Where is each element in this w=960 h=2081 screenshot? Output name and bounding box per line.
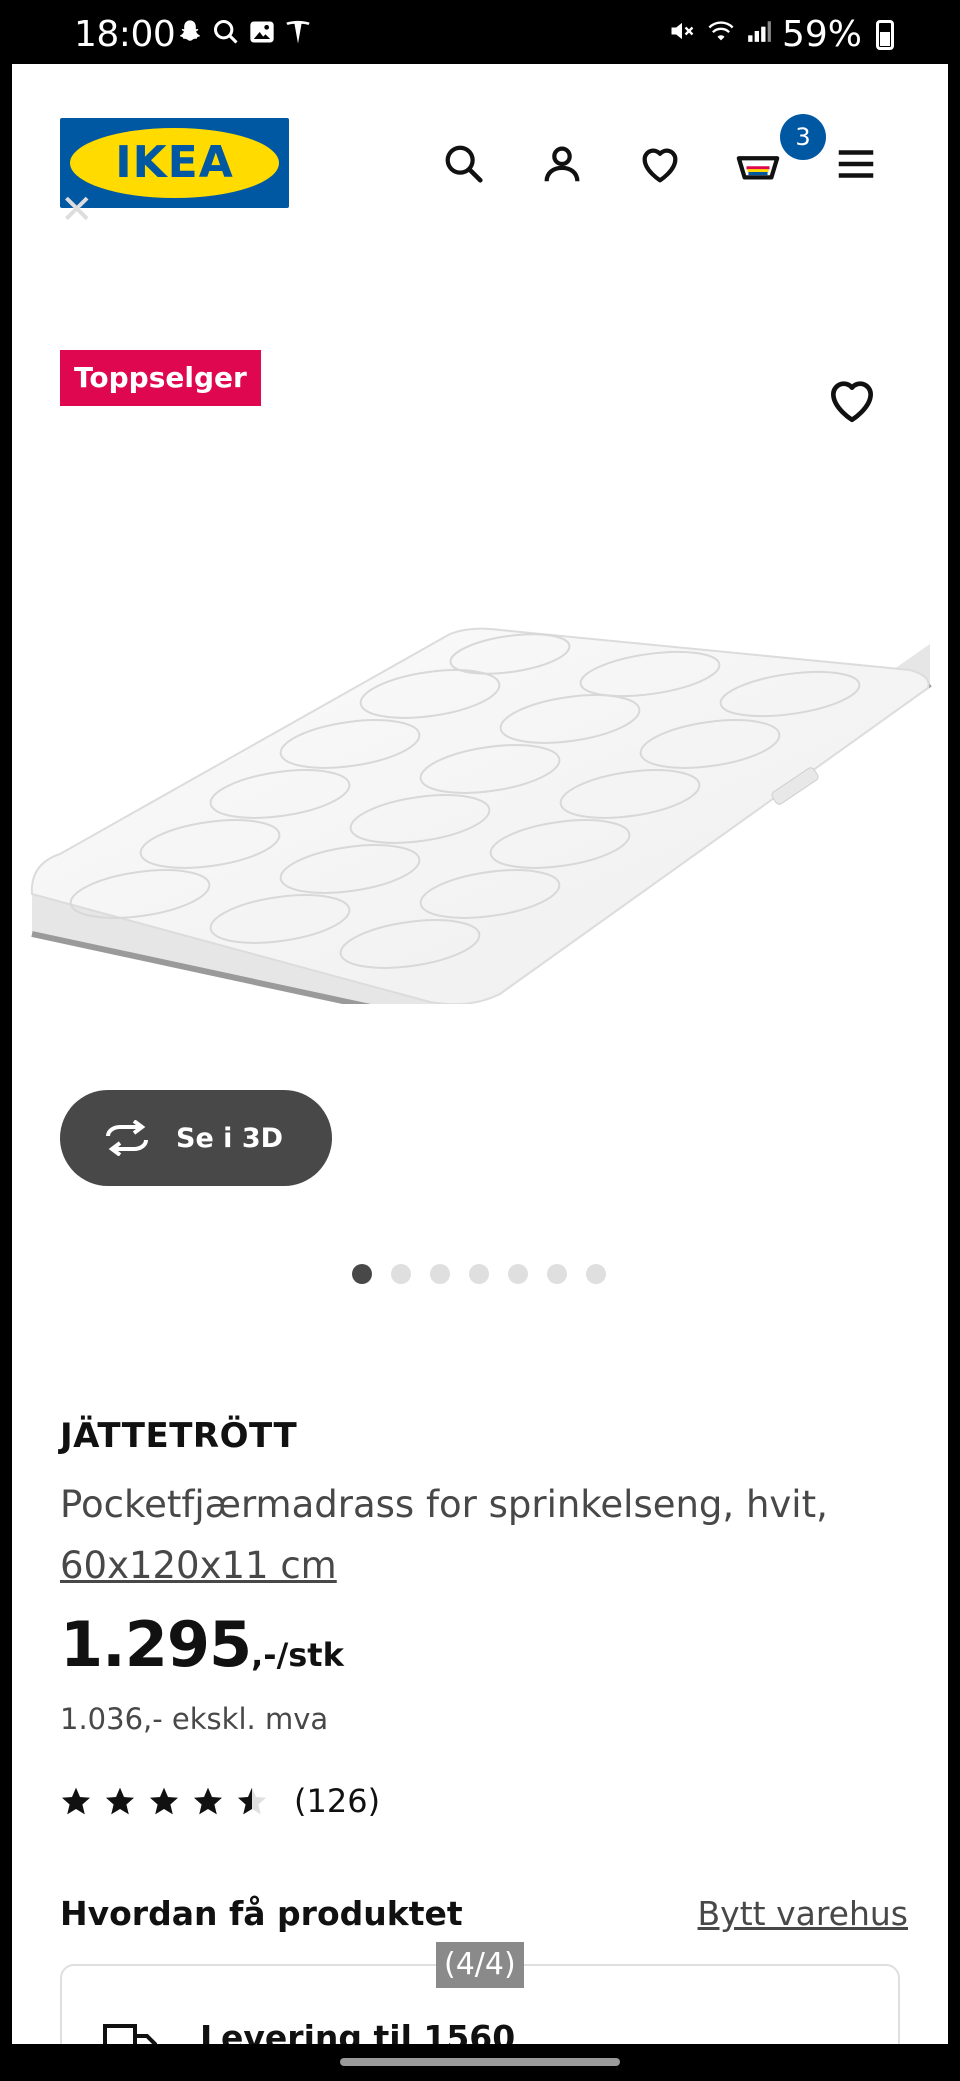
cart-icon <box>736 156 780 180</box>
battery-percent: 59% <box>781 14 862 55</box>
save-to-list-icon[interactable] <box>824 372 880 428</box>
battery-icon <box>876 19 894 50</box>
signal-icon <box>746 17 772 53</box>
account-button[interactable] <box>530 132 594 196</box>
rotate-3d-icon <box>106 1120 148 1156</box>
carousel-dot[interactable] <box>391 1264 411 1284</box>
product-type: Pocketfjærmadrass for sprinkelseng, hvit… <box>60 1483 828 1526</box>
rating-count: (126) <box>294 1782 381 1820</box>
page-indicator: (4/4) <box>436 1942 524 1988</box>
status-left-icons <box>176 18 312 54</box>
carousel-dot[interactable] <box>430 1264 450 1284</box>
change-store-link[interactable]: Bytt varehus <box>698 1894 908 1933</box>
star-full-icon <box>62 1787 90 1815</box>
status-bar: 18:00 59% <box>0 0 960 64</box>
favourites-button[interactable] <box>628 132 692 196</box>
search-icon <box>212 18 240 54</box>
heart-icon <box>642 148 678 183</box>
carousel-dot[interactable] <box>469 1264 489 1284</box>
truck-icon <box>103 2024 157 2044</box>
price-value: 1.295 <box>60 1608 252 1681</box>
status-time: 18:00 <box>74 14 176 55</box>
product-name: JÄTTETRÖTT <box>60 1416 298 1456</box>
product-image[interactable] <box>30 564 940 1004</box>
star-full-icon <box>150 1787 178 1815</box>
rating[interactable]: (126) <box>60 1782 380 1820</box>
carousel-dot[interactable] <box>352 1264 372 1284</box>
menu-button[interactable] <box>824 132 888 196</box>
bestseller-badge: Toppselger <box>60 350 261 406</box>
carousel-dot[interactable] <box>508 1264 528 1284</box>
wifi-icon <box>706 17 736 53</box>
carousel-dot[interactable] <box>586 1264 606 1284</box>
price: 1.295,-/stk <box>60 1608 344 1681</box>
tesla-icon <box>284 18 312 54</box>
account-icon <box>544 146 580 182</box>
mute-icon <box>668 17 696 53</box>
view-3d-button[interactable]: Se i 3D <box>60 1090 332 1186</box>
search-icon <box>445 145 483 183</box>
view-3d-label: Se i 3D <box>176 1122 284 1154</box>
delivery-label: Levering til 1560 <box>200 2018 516 2044</box>
app-screen: IKEA ✕ 3 Toppselger Se i 3D JÄTTETRÖTT P… <box>12 64 948 2044</box>
star-full-icon <box>194 1787 222 1815</box>
fulfillment-title: Hvordan få produktet <box>60 1894 463 1933</box>
gesture-home-bar[interactable] <box>340 2058 620 2066</box>
status-right: 59% <box>668 14 894 55</box>
snapchat-icon <box>176 18 204 54</box>
star-full-icon <box>106 1787 134 1815</box>
star-half-icon <box>238 1787 266 1815</box>
carousel-dot[interactable] <box>547 1264 567 1284</box>
price-unit: ,-/stk <box>251 1636 344 1674</box>
menu-icon <box>838 150 874 178</box>
price-ex-vat: 1.036,- ekskl. mva <box>60 1702 329 1736</box>
search-button[interactable] <box>432 132 496 196</box>
product-size-link[interactable]: 60x120x11 cm <box>60 1544 337 1587</box>
carousel-dots <box>352 1264 606 1284</box>
cart-count-badge: 3 <box>780 114 826 160</box>
gallery-icon <box>248 18 276 54</box>
product-description: Pocketfjærmadrass for sprinkelseng, hvit… <box>60 1474 880 1596</box>
close-icon[interactable]: ✕ <box>60 190 100 230</box>
